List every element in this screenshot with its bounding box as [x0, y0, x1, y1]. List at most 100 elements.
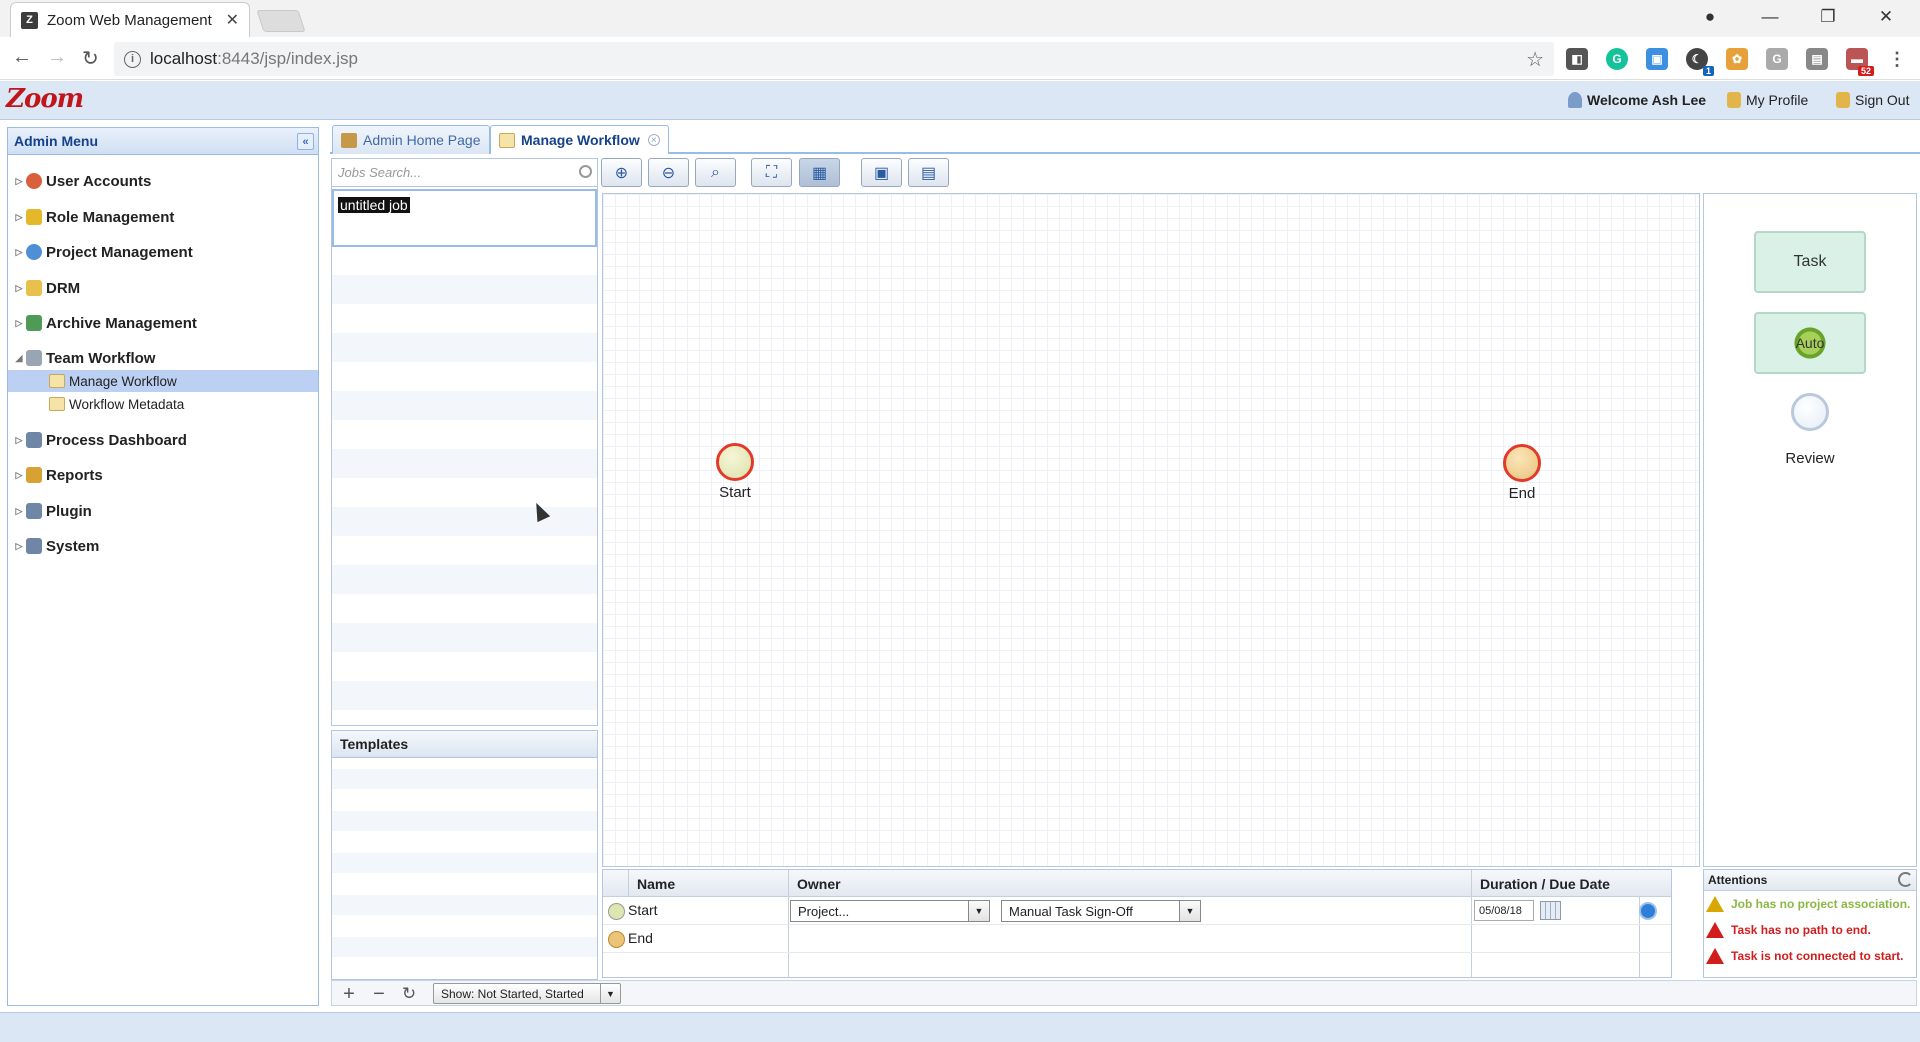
table-row[interactable]: End — [603, 925, 1671, 953]
sidebar-item-team-workflow[interactable]: ◢ Team Workflow — [8, 347, 318, 369]
jobs-search-input[interactable]: Jobs Search... — [332, 159, 597, 187]
column-header-duration[interactable]: Duration / Due Date — [1471, 870, 1639, 897]
attentions-panel: Attentions Job has no project associatio… — [1703, 869, 1917, 978]
mail-extension-icon[interactable]: ▬ 52 — [1846, 48, 1874, 76]
job-list-item-selected[interactable]: untitled job — [332, 189, 597, 247]
clock-icon[interactable] — [1639, 902, 1657, 920]
attention-text: Job has no project association. — [1731, 897, 1911, 911]
workflow-canvas[interactable]: Start End — [602, 193, 1700, 867]
grammarly-icon[interactable]: G — [1606, 48, 1628, 70]
column-header-owner[interactable]: Owner — [788, 870, 1471, 897]
mail-extension-badge: 52 — [1857, 66, 1874, 76]
sidebar-item-project-management[interactable]: ▷ Project Management — [8, 241, 318, 263]
attention-text: Task is not connected to start. — [1731, 949, 1904, 963]
collapse-arrow-icon[interactable]: ◢ — [12, 353, 26, 364]
toggle-grid-button[interactable]: ▦ — [799, 158, 840, 187]
tab-admin-home-page[interactable]: Admin Home Page — [332, 125, 490, 154]
palette-review-node[interactable] — [1791, 393, 1829, 431]
sign-out-link[interactable]: Sign Out — [1836, 92, 1909, 108]
my-profile-label: My Profile — [1746, 92, 1809, 108]
tab-manage-workflow[interactable]: Manage Workflow × — [490, 125, 669, 154]
browser-tab[interactable]: Z Zoom Web Management ✕ — [10, 2, 250, 37]
expand-arrow-icon[interactable]: ▷ — [12, 176, 26, 187]
sidebar-subitem-manage-workflow[interactable]: Manage Workflow — [8, 370, 318, 392]
reports-icon — [26, 467, 42, 483]
collapse-sidebar-icon[interactable]: « — [297, 133, 314, 150]
chevron-down-icon[interactable]: ▼ — [600, 984, 620, 1003]
job-name: untitled job — [338, 197, 410, 213]
fit-to-screen-button[interactable]: ⛶ — [751, 158, 792, 187]
owner-project-select[interactable]: Project... ▼ — [790, 900, 990, 922]
zoom-out-button[interactable]: ⊖ — [648, 158, 689, 187]
refresh-icon[interactable]: ↻ — [398, 983, 420, 1005]
url-path: :8443/jsp/index.jsp — [217, 49, 358, 68]
sidebar-item-system[interactable]: ▷ System — [8, 535, 318, 557]
url-field[interactable]: i localhost:8443/jsp/index.jsp ☆ — [114, 42, 1554, 76]
sidebar-item-process-dashboard[interactable]: ▷ Process Dashboard — [8, 429, 318, 451]
palette-auto-node[interactable]: Auto — [1754, 312, 1866, 374]
bookmark-star-icon[interactable]: ☆ — [1526, 47, 1544, 72]
node-palette: Task Auto Review — [1703, 193, 1917, 867]
expand-arrow-icon[interactable]: ▷ — [12, 506, 26, 517]
save-as-button[interactable]: ▤ — [908, 158, 949, 187]
close-tab-icon[interactable]: × — [647, 134, 660, 146]
my-profile-link[interactable]: My Profile — [1727, 92, 1808, 108]
chevron-down-icon[interactable]: ▼ — [1179, 901, 1200, 921]
workflow-toolbar: ⊕ ⊖ ⌕ ⛶ ▦ ▣ ▤ — [601, 157, 1917, 189]
search-icon[interactable] — [579, 165, 592, 178]
browser-menu-icon[interactable]: ⋮ — [1886, 48, 1908, 70]
user-icon — [1568, 92, 1582, 108]
new-tab-button[interactable] — [256, 10, 306, 32]
expand-arrow-icon[interactable]: ▷ — [12, 283, 26, 294]
status-filter-select[interactable]: Show: Not Started, Started ▼ — [433, 983, 621, 1004]
sidebar-item-drm[interactable]: ▷ DRM — [8, 277, 318, 299]
sidebar-item-plugin[interactable]: ▷ Plugin — [8, 500, 318, 522]
zoom-in-button[interactable]: ⊕ — [601, 158, 642, 187]
shield-icon — [26, 209, 42, 225]
close-tab-icon[interactable]: ✕ — [226, 10, 239, 30]
expand-arrow-icon[interactable]: ▷ — [12, 435, 26, 446]
calendar-icon[interactable] — [1540, 901, 1561, 920]
expand-arrow-icon[interactable]: ▷ — [12, 247, 26, 258]
monitor-icon — [26, 503, 42, 519]
extension-icon[interactable]: ◧ — [1566, 48, 1588, 70]
table-row[interactable]: Start Project... ▼ Manual Task Sign-Off … — [603, 897, 1671, 925]
tabs-extension-icon[interactable]: ▤ — [1806, 48, 1828, 70]
column-header-name[interactable]: Name — [628, 870, 788, 897]
sidebar-subitem-workflow-metadata[interactable]: Workflow Metadata — [8, 393, 318, 415]
g-extension-icon[interactable]: G — [1766, 48, 1788, 70]
refresh-icon[interactable] — [1898, 872, 1913, 887]
expand-arrow-icon[interactable]: ▷ — [12, 541, 26, 552]
sidebar-item-archive-management[interactable]: ▷ Archive Management — [8, 312, 318, 334]
sidebar-item-reports[interactable]: ▷ Reports — [8, 464, 318, 486]
sidebar-item-user-accounts[interactable]: ▷ User Accounts — [8, 170, 318, 192]
profile-icon[interactable]: ● — [1682, 0, 1738, 34]
metadata-icon — [49, 397, 65, 411]
restore-button[interactable]: ❐ — [1800, 0, 1856, 34]
signoff-select[interactable]: Manual Task Sign-Off ▼ — [1001, 900, 1201, 922]
attention-text: Task has no path to end. — [1731, 923, 1871, 937]
minimize-button[interactable]: — — [1742, 0, 1798, 34]
expand-arrow-icon[interactable]: ▷ — [12, 470, 26, 481]
chevron-down-icon[interactable]: ▼ — [968, 901, 989, 921]
close-window-button[interactable]: ✕ — [1858, 0, 1914, 34]
zoom-reset-button[interactable]: ⌕ — [695, 158, 736, 187]
start-node[interactable] — [716, 443, 754, 481]
due-date-field[interactable]: 05/08/18 — [1474, 900, 1534, 921]
save-button[interactable]: ▣ — [861, 158, 902, 187]
end-node[interactable] — [1503, 444, 1541, 482]
sidebar-item-role-management[interactable]: ▷ Role Management — [8, 206, 318, 228]
back-arrow-icon[interactable]: ← — [12, 46, 32, 69]
add-job-button[interactable]: + — [338, 983, 360, 1005]
palette-task-node[interactable]: Task — [1754, 231, 1866, 293]
remove-job-button[interactable]: − — [368, 983, 390, 1005]
reload-icon[interactable]: ↻ — [82, 46, 99, 71]
info-icon[interactable]: i — [124, 50, 141, 68]
forward-arrow-icon[interactable]: → — [47, 46, 67, 69]
fruit-extension-icon[interactable]: ✿ — [1726, 48, 1748, 70]
sidebar-item-label: Project Management — [46, 243, 193, 261]
expand-arrow-icon[interactable]: ▷ — [12, 318, 26, 329]
window-extension-icon[interactable]: ▣ — [1646, 48, 1668, 70]
expand-arrow-icon[interactable]: ▷ — [12, 212, 26, 223]
moon-extension-icon[interactable]: ☾ 1 — [1686, 48, 1714, 76]
